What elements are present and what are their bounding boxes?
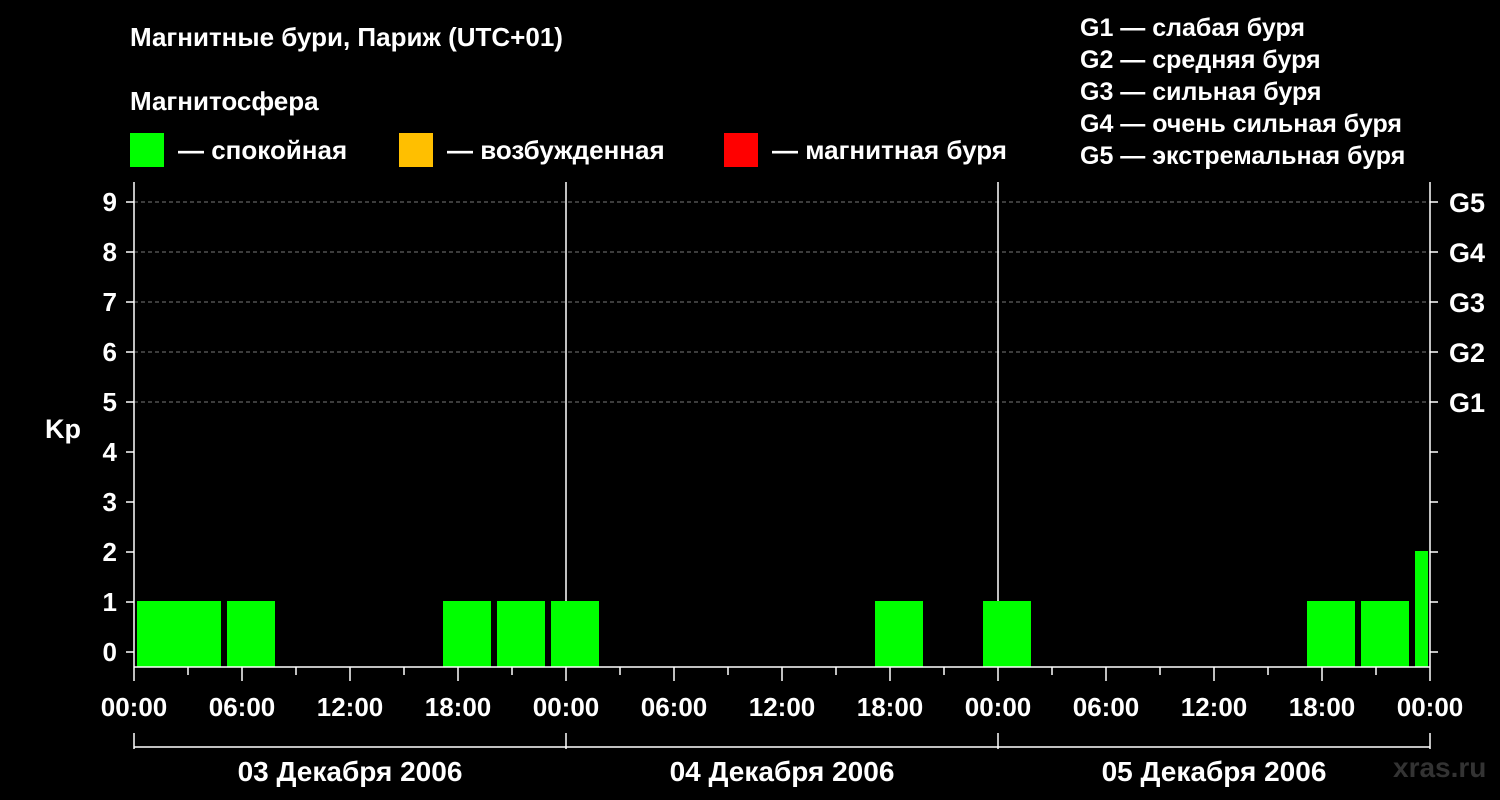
y-tick-label: 9 (103, 187, 117, 217)
kp-chart: 0 1 2 3 4 5 6 7 8 9 G1 G2 G3 G4 G5 Kp 00:00 06:00 12:00 18:… (45, 182, 1485, 787)
kp-bar (1415, 551, 1428, 667)
x-tick-label: 06:00 (209, 692, 276, 722)
kp-bar (983, 601, 1031, 667)
x-tick-label: 18:00 (1289, 692, 1356, 722)
kp-bar (173, 601, 221, 667)
kp-bar (875, 601, 923, 667)
right-axis-label-g4: G4 (1449, 238, 1485, 268)
y-tick-label: 1 (103, 587, 117, 617)
day-label: 05 Декабря 2006 (1102, 756, 1327, 787)
kp-bar (443, 601, 491, 667)
kp-bar (1307, 601, 1355, 667)
y-tick-label: 6 (103, 337, 117, 367)
kp-bar (227, 601, 275, 667)
right-axis-label-g5: G5 (1449, 188, 1485, 218)
watermark: xras.ru (1393, 752, 1487, 783)
y-tick-label: 0 (103, 637, 117, 667)
x-tick-label: 12:00 (1181, 692, 1248, 722)
kp-bar (551, 601, 599, 667)
x-tick-label: 00:00 (101, 692, 168, 722)
right-axis-label-g1: G1 (1449, 388, 1485, 418)
x-tick-label: 12:00 (317, 692, 384, 722)
y-tick-label: 8 (103, 237, 117, 267)
x-tick-label: 06:00 (641, 692, 708, 722)
x-tick-label: 12:00 (749, 692, 816, 722)
x-tick-label: 06:00 (1073, 692, 1140, 722)
y-tick-label: 3 (103, 487, 117, 517)
right-axis-label-g3: G3 (1449, 288, 1485, 318)
kp-bar (497, 601, 545, 667)
y-axis-label: Kp (45, 414, 81, 444)
kp-bar (1361, 601, 1409, 667)
y-tick-label: 2 (103, 537, 117, 567)
x-tick-label: 00:00 (533, 692, 600, 722)
y-tick-label: 5 (103, 387, 117, 417)
x-tick-label: 00:00 (965, 692, 1032, 722)
x-tick-label: 18:00 (425, 692, 492, 722)
x-tick-label: 18:00 (857, 692, 924, 722)
y-tick-label: 4 (103, 437, 118, 467)
y-tick-label: 7 (103, 287, 117, 317)
day-label: 04 Декабря 2006 (670, 756, 895, 787)
x-tick-label: 00:00 (1397, 692, 1464, 722)
right-axis-label-g2: G2 (1449, 338, 1485, 368)
day-label: 03 Декабря 2006 (238, 756, 463, 787)
